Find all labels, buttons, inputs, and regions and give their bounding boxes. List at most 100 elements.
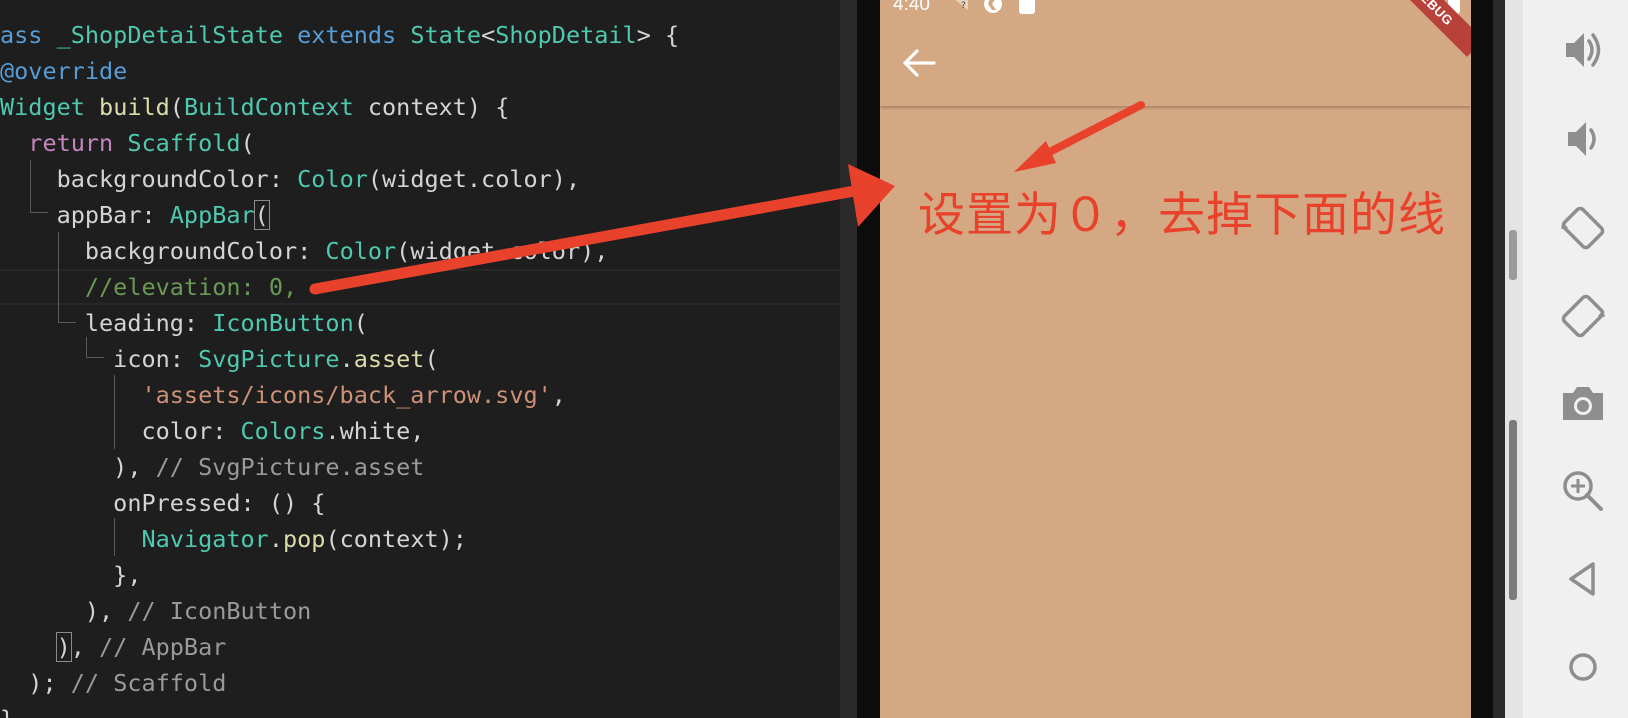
indent-guide — [58, 322, 76, 323]
indent-guide — [114, 375, 115, 449]
code-line[interactable]: onPressed: () { — [0, 485, 325, 521]
code-token: ( — [353, 309, 368, 337]
svg-text:?: ? — [961, 1, 966, 11]
code-line[interactable]: color: Colors.white, — [0, 413, 424, 449]
code-token: Widget — [0, 93, 100, 121]
indent-guide — [86, 357, 104, 358]
code-token: // Scaffold — [70, 669, 227, 697]
code-token: leading: — [0, 309, 213, 337]
code-token: return — [0, 129, 128, 157]
code-token: 'assets/icons/back_arrow.svg' — [0, 381, 552, 409]
code-line[interactable]: ); // Scaffold — [0, 665, 226, 701]
code-token: ), — [0, 597, 128, 625]
emulator-toolbar — [1523, 0, 1628, 718]
code-token: , — [551, 381, 566, 409]
phone-screen[interactable]: 4:40 ? DEBUG — [880, 0, 1471, 718]
app-bar — [880, 18, 1471, 106]
code-token: ); — [0, 669, 71, 697]
emulator-side-strip — [1505, 0, 1523, 718]
indent-guide — [114, 518, 115, 556]
code-token: ass — [0, 21, 57, 49]
code-token: ShopDetail — [495, 21, 637, 49]
scroll-handle[interactable] — [1509, 230, 1517, 280]
status-bar: 4:40 ? — [880, 0, 1471, 18]
home-circle-icon[interactable] — [1558, 642, 1608, 692]
code-token: context) { — [367, 93, 510, 121]
code-token: ( — [424, 345, 439, 373]
code-line[interactable]: ), // SvgPicture.asset — [0, 449, 424, 485]
indent-guide — [86, 337, 87, 357]
code-token: > { — [636, 21, 680, 49]
code-line[interactable]: backgroundColor: Color(widget.color), — [0, 161, 581, 197]
scroll-handle[interactable] — [1509, 420, 1517, 600]
code-line[interactable]: return Scaffold( — [0, 125, 255, 161]
code-token: Color — [297, 165, 368, 193]
camera-icon[interactable] — [1558, 378, 1608, 428]
indent-guide — [58, 232, 59, 322]
code-token: _ShopDetailState — [56, 21, 298, 49]
code-line[interactable]: ), // IconButton — [0, 593, 311, 629]
code-token: < — [481, 21, 496, 49]
code-token: color: — [0, 417, 241, 445]
code-line[interactable]: ), // AppBar — [0, 629, 226, 665]
volume-up-icon[interactable] — [1558, 25, 1608, 75]
rotate-right-icon[interactable] — [1558, 290, 1608, 340]
code-token: (widget.color), — [396, 237, 609, 265]
code-token: onPressed: () { — [0, 489, 326, 517]
code-line[interactable]: icon: SvgPicture.asset( — [0, 341, 439, 377]
zoom-in-icon[interactable] — [1558, 466, 1608, 516]
signal-icon: ? — [955, 0, 968, 11]
code-token: Color — [325, 237, 397, 265]
code-token: icon: — [0, 345, 199, 373]
code-token: ( — [240, 129, 255, 157]
code-line[interactable]: backgroundColor: Color(widget.color), — [0, 233, 609, 269]
code-token: ) — [55, 632, 72, 662]
volume-down-icon[interactable] — [1558, 114, 1608, 164]
code-token: Scaffold — [127, 129, 241, 157]
code-token: ( — [253, 200, 270, 230]
indent-guide — [30, 160, 31, 212]
rotate-left-icon[interactable] — [1558, 202, 1608, 252]
code-token: extends — [297, 21, 411, 49]
code-token: .white, — [325, 417, 425, 445]
code-token: . — [268, 525, 283, 553]
code-token: AppBar — [169, 201, 255, 229]
code-token: @override — [0, 57, 128, 85]
code-token: }, — [0, 561, 142, 589]
code-line[interactable]: appBar: AppBar( — [0, 197, 270, 233]
code-line[interactable]: }, — [0, 557, 141, 593]
code-token: asset — [353, 345, 425, 373]
flutter-app-icon — [984, 0, 1002, 13]
code-token: State — [410, 21, 482, 49]
code-token: // SvgPicture.asset — [155, 453, 425, 481]
code-token: pop — [282, 525, 326, 553]
code-token: (context); — [325, 525, 467, 553]
battery-icon — [1019, 0, 1035, 14]
code-line[interactable]: 'assets/icons/back_arrow.svg', — [0, 377, 566, 413]
status-time: 4:40 — [893, 0, 930, 15]
code-editor[interactable]: ass _ShopDetailState extends State<ShopD… — [0, 0, 843, 718]
code-token: , — [70, 633, 100, 661]
code-line[interactable]: @override — [0, 53, 127, 89]
code-token: Colors — [240, 417, 326, 445]
code-token: BuildContext — [183, 93, 368, 121]
code-token: build — [99, 93, 170, 121]
code-line[interactable]: ass _ShopDetailState extends State<ShopD… — [0, 17, 679, 53]
code-line[interactable]: } — [0, 701, 14, 718]
back-arrow-icon[interactable] — [902, 48, 936, 78]
back-triangle-icon[interactable] — [1558, 554, 1608, 604]
code-line[interactable]: //elevation: 0, — [0, 269, 843, 305]
code-line[interactable]: Widget build(BuildContext context) { — [0, 89, 509, 125]
code-token: SvgPicture — [198, 345, 340, 373]
code-line[interactable]: Navigator.pop(context); — [0, 521, 467, 557]
code-token: backgroundColor: — [0, 237, 326, 265]
code-token: . — [339, 345, 354, 373]
code-token: backgroundColor: — [0, 165, 298, 193]
code-token: ), — [0, 453, 156, 481]
annotation-text: 设置为０，去掉下面的线 — [918, 188, 1446, 243]
code-line[interactable]: leading: IconButton( — [0, 305, 368, 341]
code-token: // AppBar — [99, 633, 227, 661]
code-token: //elevation: 0, — [0, 273, 298, 301]
indent-guide — [30, 212, 48, 213]
